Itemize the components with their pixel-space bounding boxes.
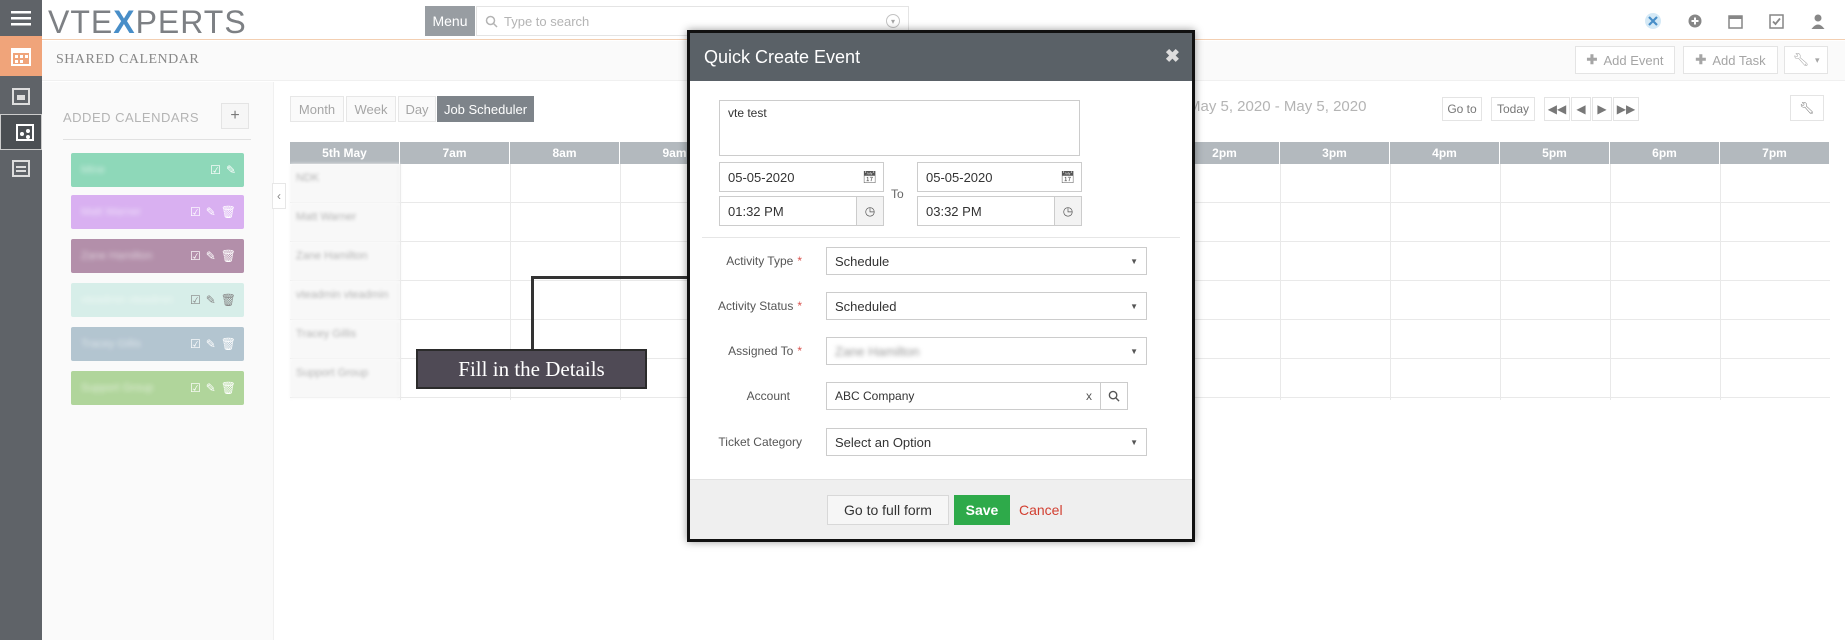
callout-connector <box>531 276 534 350</box>
go-to-full-form-button[interactable]: Go to full form <box>827 495 949 525</box>
assigned-to-label: Assigned To * <box>728 344 802 358</box>
account-field[interactable]: ABC Company x <box>826 382 1101 410</box>
shared-calendar-icon[interactable] <box>0 114 42 150</box>
activity-status-select[interactable]: Scheduled ▼ <box>826 292 1147 320</box>
start-date-field[interactable]: 05-05-2020 📅︎ <box>719 162 884 192</box>
calendar-icon[interactable]: 📅︎ <box>856 163 883 191</box>
end-date-field[interactable]: 05-05-2020 📅︎ <box>917 162 1082 192</box>
activity-status-label: Activity Status * <box>717 299 802 313</box>
calendar-list-icon[interactable] <box>0 78 42 114</box>
quick-create-event-modal: Quick Create Event ✖ vte test 05-05-2020… <box>687 30 1195 542</box>
chevron-down-icon: ▼ <box>1130 256 1138 266</box>
fill-details-callout: Fill in the Details <box>416 349 647 389</box>
save-button[interactable]: Save <box>954 495 1010 525</box>
cancel-link[interactable]: Cancel <box>1019 502 1063 518</box>
subject-textarea[interactable]: vte test <box>719 100 1080 156</box>
clock-icon[interactable]: ◷ <box>1054 197 1081 225</box>
to-label: To <box>891 187 904 201</box>
chevron-down-icon: ▼ <box>1130 301 1138 311</box>
callout-connector <box>531 276 687 279</box>
account-label: Account <box>746 389 790 403</box>
modal-title: Quick Create Event <box>704 46 861 67</box>
close-icon[interactable]: ✖ <box>1165 46 1180 67</box>
chevron-down-icon: ▼ <box>1130 437 1138 447</box>
modal-footer: Go to full form Save Cancel <box>690 479 1192 539</box>
activity-type-label: Activity Type * <box>726 254 802 268</box>
calendar-icon[interactable]: 📅︎ <box>1054 163 1081 191</box>
assigned-to-select[interactable]: Zane Hamilton ▼ <box>826 337 1147 365</box>
left-rail <box>0 0 42 640</box>
calendar-module-icon[interactable] <box>0 36 42 76</box>
hamburger-menu-icon[interactable] <box>0 0 42 36</box>
ticket-category-select[interactable]: Select an Option ▼ <box>826 428 1147 456</box>
account-search-icon[interactable] <box>1100 382 1128 410</box>
activity-type-select[interactable]: Schedule ▼ <box>826 247 1147 275</box>
chevron-down-icon: ▼ <box>1130 346 1138 356</box>
calendar-grid-icon[interactable] <box>0 150 42 186</box>
clock-icon[interactable]: ◷ <box>856 197 883 225</box>
end-time-field[interactable]: 03:32 PM ◷ <box>917 196 1082 226</box>
clear-account-icon[interactable]: x <box>1086 389 1092 403</box>
divider <box>702 237 1180 238</box>
modal-header: Quick Create Event ✖ <box>690 33 1192 81</box>
start-time-field[interactable]: 01:32 PM ◷ <box>719 196 884 226</box>
ticket-category-label: Ticket Category <box>718 435 802 449</box>
